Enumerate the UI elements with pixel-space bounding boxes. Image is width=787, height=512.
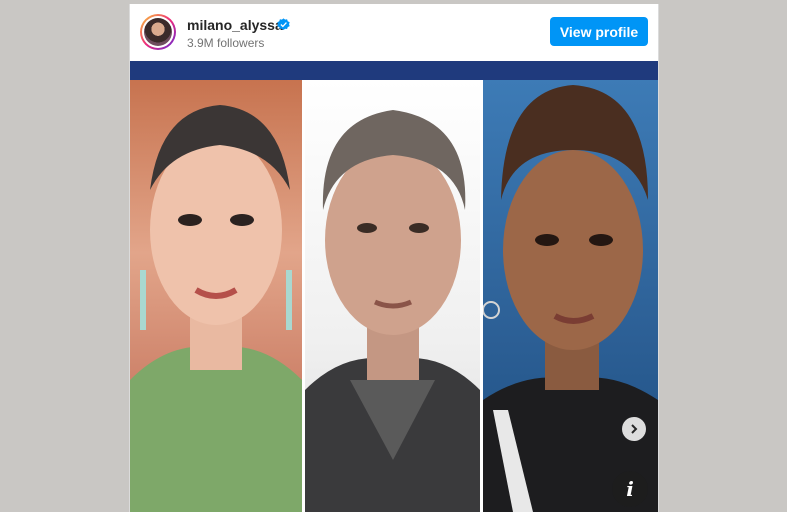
- actor-portrait-3: [483, 80, 658, 512]
- post-image[interactable]: i: [130, 61, 658, 512]
- view-profile-button[interactable]: View profile: [550, 17, 648, 46]
- next-image-button[interactable]: [622, 417, 646, 441]
- avatar[interactable]: [140, 14, 176, 50]
- portrait-figure-1: [130, 105, 302, 512]
- avatar-image: [144, 18, 172, 46]
- info-icon: i: [626, 477, 634, 501]
- follower-count: 3.9M followers: [187, 36, 265, 50]
- portrait-figure-2: [305, 110, 480, 512]
- username[interactable]: milano_alyssa: [187, 17, 283, 33]
- actor-portrait-2: [305, 80, 480, 512]
- portrait-figure-3: [483, 85, 658, 512]
- embed-header: milano_alyssa 3.9M followers View profil…: [130, 4, 658, 61]
- instagram-embed: milano_alyssa 3.9M followers View profil…: [129, 4, 659, 512]
- info-button[interactable]: i: [612, 471, 648, 507]
- actor-portrait-1: [130, 80, 302, 512]
- verified-badge-icon: [277, 18, 290, 31]
- photo-banner: [130, 61, 658, 80]
- chevron-right-icon: [631, 424, 638, 434]
